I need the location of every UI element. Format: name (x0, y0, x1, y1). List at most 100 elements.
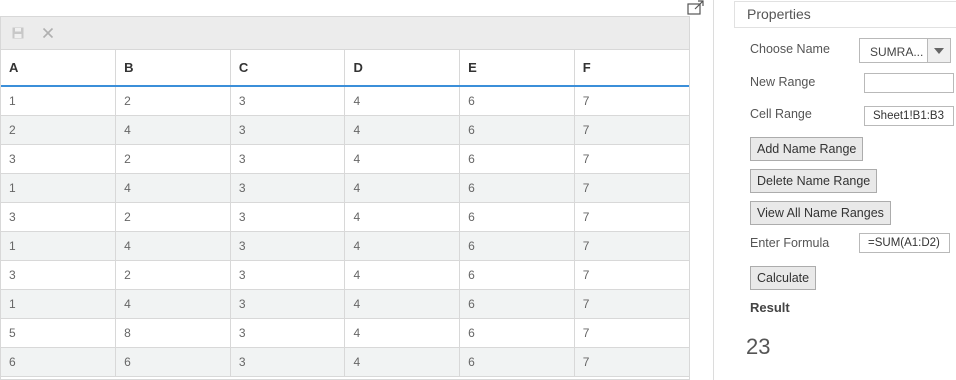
table-cell[interactable]: 4 (344, 202, 461, 232)
table-cell[interactable]: 4 (115, 289, 231, 319)
table-cell[interactable]: 6 (459, 260, 575, 290)
table-row[interactable]: 663467 (1, 347, 689, 377)
new-range-input[interactable] (864, 73, 954, 93)
table-row[interactable]: 143467 (1, 231, 689, 261)
calculate-button[interactable]: Calculate (750, 266, 817, 290)
column-header[interactable]: B (115, 50, 231, 87)
add-name-range-button[interactable]: Add Name Range (750, 137, 864, 161)
table-cell[interactable]: 6 (459, 173, 575, 203)
table-cell[interactable]: 6 (459, 115, 575, 145)
result-label: Result (750, 300, 790, 315)
column-header[interactable]: E (459, 50, 575, 87)
column-header[interactable]: C (230, 50, 346, 87)
table-cell[interactable]: 4 (344, 173, 461, 203)
table-cell[interactable]: 2 (1, 115, 117, 145)
table-cell[interactable]: 8 (115, 318, 231, 348)
table-cell[interactable]: 7 (574, 86, 689, 116)
table-cell[interactable]: 7 (574, 231, 689, 261)
table-cell[interactable]: 6 (459, 289, 575, 319)
data-table: ABCDEF 123467243467323467143467323467143… (1, 50, 689, 377)
properties-panel: Properties Choose Name SUMRA... New Rang… (713, 0, 956, 380)
properties-title: Properties (734, 1, 956, 28)
table-cell[interactable]: 3 (230, 260, 346, 290)
table-cell[interactable]: 1 (1, 86, 117, 116)
table-cell[interactable]: 7 (574, 144, 689, 174)
table-cell[interactable]: 4 (115, 115, 231, 145)
table-row[interactable]: 323467 (1, 260, 689, 290)
table-cell[interactable]: 3 (230, 231, 346, 261)
table-cell[interactable]: 6 (459, 144, 575, 174)
table-cell[interactable]: 5 (1, 318, 117, 348)
table-cell[interactable]: 3 (230, 347, 346, 377)
formula-input[interactable]: =SUM(A1:D2) (859, 233, 950, 253)
cell-range-label: Cell Range (750, 107, 812, 121)
table-row[interactable]: 323467 (1, 144, 689, 174)
table-cell[interactable]: 4 (344, 86, 461, 116)
table-cell[interactable]: 3 (1, 144, 117, 174)
choose-name-dropdown[interactable]: SUMRA... (859, 38, 951, 63)
table-row[interactable]: 123467 (1, 86, 689, 116)
table-cell[interactable]: 7 (574, 260, 689, 290)
table-cell[interactable]: 1 (1, 173, 117, 203)
table-cell[interactable]: 2 (115, 86, 231, 116)
table-cell[interactable]: 4 (344, 318, 461, 348)
table-cell[interactable]: 3 (230, 202, 346, 232)
table-cell[interactable]: 7 (574, 173, 689, 203)
table-cell[interactable]: 3 (230, 318, 346, 348)
chevron-down-icon[interactable] (927, 39, 950, 62)
table-cell[interactable]: 4 (115, 231, 231, 261)
table-cell[interactable]: 4 (344, 289, 461, 319)
table-cell[interactable]: 4 (115, 173, 231, 203)
table-cell[interactable]: 6 (459, 202, 575, 232)
table-cell[interactable]: 3 (230, 86, 346, 116)
close-icon[interactable] (41, 26, 55, 40)
table-cell[interactable]: 3 (1, 202, 117, 232)
table-row[interactable]: 143467 (1, 173, 689, 203)
enter-formula-label: Enter Formula (750, 236, 830, 250)
column-header[interactable]: D (344, 50, 461, 87)
popout-icon[interactable] (686, 0, 706, 16)
table-cell[interactable]: 6 (115, 347, 231, 377)
choose-name-value: SUMRA... (870, 45, 924, 59)
table-row[interactable]: 583467 (1, 318, 689, 348)
table-cell[interactable]: 2 (115, 144, 231, 174)
choose-name-label: Choose Name (750, 42, 830, 56)
table-cell[interactable]: 7 (574, 347, 689, 377)
grid-toolbar (1, 17, 689, 50)
table-row[interactable]: 243467 (1, 115, 689, 145)
table-cell[interactable]: 3 (230, 289, 346, 319)
table-cell[interactable]: 7 (574, 318, 689, 348)
table-cell[interactable]: 4 (344, 115, 461, 145)
cell-range-input[interactable]: Sheet1!B1:B3 (864, 106, 954, 126)
table-cell[interactable]: 6 (459, 347, 575, 377)
table-cell[interactable]: 7 (574, 115, 689, 145)
table-cell[interactable]: 3 (230, 115, 346, 145)
table-cell[interactable]: 2 (115, 260, 231, 290)
table-cell[interactable]: 4 (344, 231, 461, 261)
column-header[interactable]: F (574, 50, 689, 87)
save-icon[interactable] (11, 26, 25, 40)
spreadsheet-grid: ABCDEF 123467243467323467143467323467143… (0, 16, 690, 380)
header-row: ABCDEF (1, 50, 689, 87)
table-cell[interactable]: 4 (344, 144, 461, 174)
table-cell[interactable]: 3 (230, 144, 346, 174)
result-value: 23 (746, 334, 771, 359)
table-cell[interactable]: 7 (574, 202, 689, 232)
column-header[interactable]: A (1, 50, 117, 87)
delete-name-range-button[interactable]: Delete Name Range (750, 169, 878, 193)
table-cell[interactable]: 3 (1, 260, 117, 290)
table-cell[interactable]: 6 (1, 347, 117, 377)
table-cell[interactable]: 1 (1, 231, 117, 261)
table-cell[interactable]: 1 (1, 289, 117, 319)
table-cell[interactable]: 7 (574, 289, 689, 319)
table-cell[interactable]: 4 (344, 347, 461, 377)
view-all-name-ranges-button[interactable]: View All Name Ranges (750, 201, 891, 225)
table-cell[interactable]: 2 (115, 202, 231, 232)
table-cell[interactable]: 6 (459, 86, 575, 116)
table-row[interactable]: 143467 (1, 289, 689, 319)
table-cell[interactable]: 3 (230, 173, 346, 203)
table-cell[interactable]: 4 (344, 260, 461, 290)
table-cell[interactable]: 6 (459, 231, 575, 261)
table-cell[interactable]: 6 (459, 318, 575, 348)
table-row[interactable]: 323467 (1, 202, 689, 232)
